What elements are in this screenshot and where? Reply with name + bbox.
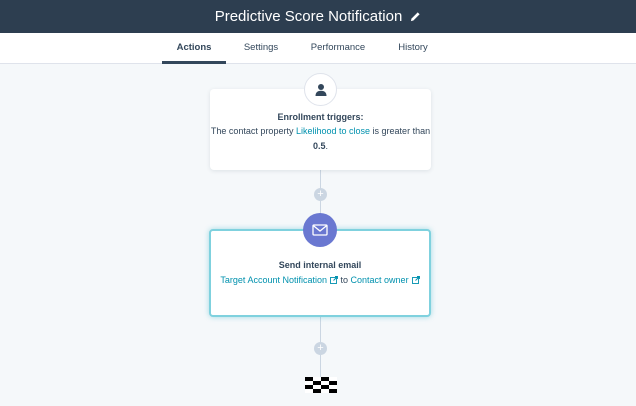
envelope-icon xyxy=(303,213,337,247)
tab-history[interactable]: History xyxy=(390,33,436,64)
recipient-link[interactable]: Contact owner xyxy=(351,275,420,285)
recipient-link-label: Contact owner xyxy=(350,275,409,285)
property-link[interactable]: Likelihood to close xyxy=(296,126,370,136)
pencil-icon[interactable] xyxy=(410,11,421,22)
trigger-description: The contact property Likelihood to close… xyxy=(210,124,431,154)
tab-bar: Actions Settings Performance History xyxy=(0,33,636,64)
workflow-header: Predictive Score Notification xyxy=(0,0,636,33)
tab-actions[interactable]: Actions xyxy=(162,33,226,64)
add-step-button[interactable]: + xyxy=(314,342,327,355)
trigger-text-before: The contact property xyxy=(210,126,294,136)
workflow-title: Predictive Score Notification xyxy=(214,8,403,25)
contact-icon xyxy=(304,73,337,106)
end-of-workflow-icon xyxy=(305,377,337,393)
email-link-label: Target Account Notification xyxy=(220,275,327,285)
external-link-icon xyxy=(411,274,420,289)
action-connector: to xyxy=(340,275,349,285)
action-description: Target Account Notification to Contact o… xyxy=(211,273,429,289)
trigger-value: 0.5 xyxy=(312,141,326,151)
tab-settings[interactable]: Settings xyxy=(236,33,286,64)
trigger-heading: Enrollment triggers: xyxy=(277,112,364,122)
external-link-icon xyxy=(330,274,338,289)
tab-performance[interactable]: Performance xyxy=(303,33,373,64)
email-link[interactable]: Target Account Notification xyxy=(220,275,338,285)
action-heading: Send internal email xyxy=(278,260,362,270)
trigger-text-end: . xyxy=(325,141,329,151)
add-step-button[interactable]: + xyxy=(314,188,327,201)
trigger-text-middle: is greater than xyxy=(372,126,431,136)
